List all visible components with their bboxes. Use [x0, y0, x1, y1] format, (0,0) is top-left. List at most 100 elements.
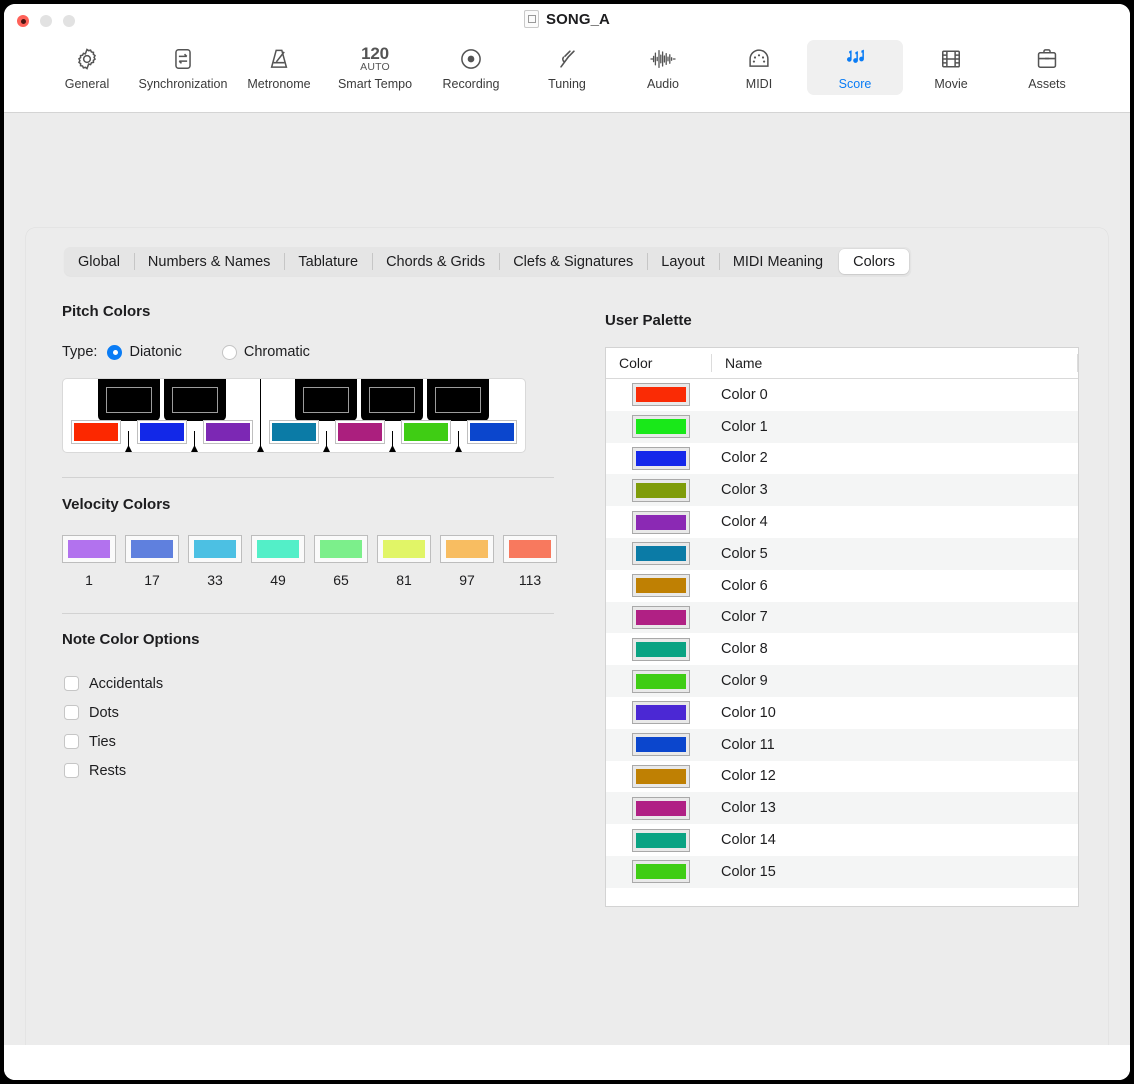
tab-tablature[interactable]: Tablature: [284, 249, 372, 274]
table-row[interactable]: Color 0: [606, 379, 1078, 411]
palette-name-cell[interactable]: Color 9: [711, 673, 768, 689]
table-row[interactable]: Color 15: [606, 856, 1078, 888]
palette-swatch[interactable]: [632, 542, 690, 565]
table-row[interactable]: Color 13: [606, 792, 1078, 824]
palette-name-cell[interactable]: Color 10: [711, 705, 776, 721]
white-key-swatch-a[interactable]: [401, 420, 451, 444]
white-key-swatch-b[interactable]: [467, 420, 517, 444]
table-row[interactable]: Color 9: [606, 665, 1078, 697]
toolbar-item-audio[interactable]: Audio: [615, 40, 711, 95]
palette-swatch[interactable]: [632, 829, 690, 852]
palette-name-cell[interactable]: Color 3: [711, 482, 768, 498]
palette-swatch[interactable]: [632, 606, 690, 629]
table-row[interactable]: Color 1: [606, 411, 1078, 443]
toolbar-item-tuning[interactable]: Tuning: [519, 40, 615, 95]
palette-swatch[interactable]: [632, 415, 690, 438]
palette-name-cell[interactable]: Color 13: [711, 800, 776, 816]
checkbox-icon[interactable]: [64, 705, 79, 720]
palette-name-cell[interactable]: Color 6: [711, 578, 768, 594]
radio-diatonic[interactable]: Diatonic: [107, 344, 181, 360]
toolbar-item-score[interactable]: Score: [807, 40, 903, 95]
checkbox-row-rests[interactable]: Rests: [64, 756, 163, 785]
velocity-swatch[interactable]: [377, 535, 431, 563]
black-key-swatch[interactable]: [303, 387, 349, 413]
black-key-swatch[interactable]: [435, 387, 481, 413]
white-key-swatch-d[interactable]: [137, 420, 187, 444]
palette-color-cell[interactable]: [606, 860, 711, 883]
palette-swatch[interactable]: [632, 638, 690, 661]
toolbar-item-movie[interactable]: Movie: [903, 40, 999, 95]
checkbox-icon[interactable]: [64, 734, 79, 749]
tab-layout[interactable]: Layout: [647, 249, 719, 274]
palette-swatch[interactable]: [632, 765, 690, 788]
palette-color-cell[interactable]: [606, 606, 711, 629]
palette-swatch[interactable]: [632, 447, 690, 470]
palette-color-cell[interactable]: [606, 765, 711, 788]
tab-numbers-names[interactable]: Numbers & Names: [134, 249, 284, 274]
palette-color-cell[interactable]: [606, 479, 711, 502]
table-row[interactable]: Color 5: [606, 538, 1078, 570]
black-key-f-sharp[interactable]: [295, 379, 357, 421]
palette-color-cell[interactable]: [606, 829, 711, 852]
checkbox-icon[interactable]: [64, 763, 79, 778]
tab-global[interactable]: Global: [64, 249, 134, 274]
palette-color-cell[interactable]: [606, 447, 711, 470]
checkbox-row-ties[interactable]: Ties: [64, 727, 163, 756]
palette-name-cell[interactable]: Color 8: [711, 641, 768, 657]
velocity-swatch[interactable]: [251, 535, 305, 563]
checkbox-icon[interactable]: [64, 676, 79, 691]
velocity-swatch[interactable]: [188, 535, 242, 563]
palette-color-cell[interactable]: [606, 511, 711, 534]
palette-color-cell[interactable]: [606, 415, 711, 438]
palette-swatch[interactable]: [632, 701, 690, 724]
toolbar-item-recording[interactable]: Recording: [423, 40, 519, 95]
tab-chords-grids[interactable]: Chords & Grids: [372, 249, 499, 274]
black-key-g-sharp[interactable]: [361, 379, 423, 421]
palette-color-cell[interactable]: [606, 574, 711, 597]
palette-name-cell[interactable]: Color 14: [711, 832, 776, 848]
column-header-name[interactable]: Name: [711, 354, 1077, 372]
tab-clefs-signatures[interactable]: Clefs & Signatures: [499, 249, 647, 274]
table-row[interactable]: Color 14: [606, 824, 1078, 856]
checkbox-row-dots[interactable]: Dots: [64, 698, 163, 727]
palette-color-cell[interactable]: [606, 733, 711, 756]
black-key-a-sharp[interactable]: [427, 379, 489, 421]
pitch-color-keyboard[interactable]: [62, 378, 526, 453]
user-palette-table[interactable]: Color Name Color 0Color 1Color 2Color 3C…: [605, 347, 1079, 907]
toolbar-item-general[interactable]: General: [39, 40, 135, 95]
white-key-swatch-f[interactable]: [269, 420, 319, 444]
palette-name-cell[interactable]: Color 12: [711, 768, 776, 784]
palette-swatch[interactable]: [632, 860, 690, 883]
palette-name-cell[interactable]: Color 5: [711, 546, 768, 562]
palette-color-cell[interactable]: [606, 383, 711, 406]
table-row[interactable]: Color 12: [606, 761, 1078, 793]
palette-color-cell[interactable]: [606, 670, 711, 693]
palette-name-cell[interactable]: Color 15: [711, 864, 776, 880]
table-row[interactable]: Color 6: [606, 570, 1078, 602]
palette-name-cell[interactable]: Color 4: [711, 514, 768, 530]
palette-name-cell[interactable]: Color 0: [711, 387, 768, 403]
palette-name-cell[interactable]: Color 1: [711, 419, 768, 435]
palette-color-cell[interactable]: [606, 542, 711, 565]
white-key-swatch-e[interactable]: [203, 420, 253, 444]
toolbar-item-midi[interactable]: MIDI: [711, 40, 807, 95]
black-key-c-sharp[interactable]: [98, 379, 160, 421]
tab-midi-meaning[interactable]: MIDI Meaning: [719, 249, 837, 274]
palette-swatch[interactable]: [632, 670, 690, 693]
black-key-d-sharp[interactable]: [164, 379, 226, 421]
black-key-swatch[interactable]: [172, 387, 218, 413]
checkbox-row-accidentals[interactable]: Accidentals: [64, 669, 163, 698]
table-row[interactable]: Color 11: [606, 729, 1078, 761]
column-header-color[interactable]: Color: [606, 355, 711, 371]
velocity-swatch[interactable]: [314, 535, 368, 563]
velocity-swatch[interactable]: [440, 535, 494, 563]
palette-swatch[interactable]: [632, 574, 690, 597]
palette-swatch[interactable]: [632, 383, 690, 406]
white-key-swatch-g[interactable]: [335, 420, 385, 444]
table-row[interactable]: Color 3: [606, 474, 1078, 506]
velocity-swatch[interactable]: [62, 535, 116, 563]
toolbar-item-assets[interactable]: Assets: [999, 40, 1095, 95]
table-row[interactable]: Color 4: [606, 506, 1078, 538]
velocity-swatch[interactable]: [125, 535, 179, 563]
palette-swatch[interactable]: [632, 511, 690, 534]
